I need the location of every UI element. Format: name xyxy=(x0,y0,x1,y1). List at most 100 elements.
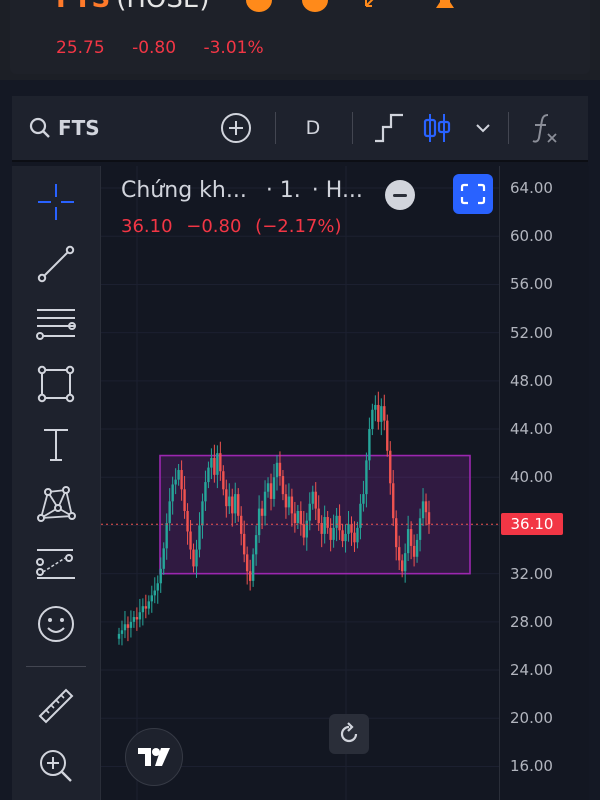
rectangle-tool[interactable] xyxy=(34,362,78,406)
price-tick-label: 20.00 xyxy=(510,709,553,728)
chart-type-dropdown[interactable] xyxy=(472,96,494,160)
candle-body xyxy=(177,470,180,480)
candle-body xyxy=(195,549,198,567)
collapse-legend-button[interactable] xyxy=(385,180,415,210)
crosshair-tool[interactable] xyxy=(34,180,78,224)
candle-body xyxy=(365,460,368,495)
price-axis[interactable]: 64.00 60.00 56.00 52.00 48.00 44.00 40.00 32.00… xyxy=(499,166,589,800)
candle-body xyxy=(228,496,231,507)
tradingview-logo-icon xyxy=(138,748,170,766)
chart-widget: FTS D Chứng kh... · 1. · H... 36.10 −0.8… xyxy=(12,96,589,800)
candle-body xyxy=(421,501,425,519)
candle-body xyxy=(362,494,365,504)
candle-body xyxy=(374,404,377,410)
bar-replay-button[interactable] xyxy=(372,96,406,160)
candle-body xyxy=(162,548,165,569)
trend-line-tool[interactable] xyxy=(34,242,78,286)
fullscreen-button[interactable] xyxy=(453,174,493,214)
ruler-icon xyxy=(38,688,74,724)
candle-body xyxy=(129,621,133,628)
candle-body xyxy=(257,508,261,536)
legend-exchange: · H... xyxy=(311,178,363,203)
candle-body xyxy=(144,606,148,609)
candle-body xyxy=(275,462,279,478)
pattern-tool[interactable] xyxy=(34,482,78,526)
exchange-label: (HOSE) xyxy=(116,0,209,14)
price-chart[interactable]: Chứng kh... · 1. · H... 36.10 −0.80 (−2.… xyxy=(101,166,499,800)
candle-body xyxy=(189,531,192,550)
legend-change-pct: (−2.17%) xyxy=(255,216,342,237)
candle-body xyxy=(368,429,371,461)
candle-body xyxy=(281,476,285,495)
expand-arrow-icon[interactable] xyxy=(362,0,382,10)
candle-body xyxy=(165,523,168,549)
candle-body xyxy=(353,532,356,543)
price-tick-label: 28.00 xyxy=(510,612,553,631)
candle-body xyxy=(326,517,329,528)
candle-body xyxy=(383,406,386,421)
price-tick-label: 44.00 xyxy=(510,420,553,439)
candle-body xyxy=(210,457,213,468)
price-change: -0.80 xyxy=(132,38,177,58)
function-icon xyxy=(532,114,557,143)
candle-body xyxy=(180,470,183,490)
candle-body xyxy=(406,529,410,554)
toolbar-divider xyxy=(275,112,276,144)
candle-body xyxy=(126,624,130,628)
reset-chart-button[interactable] xyxy=(329,714,369,754)
price-tick-label: 24.00 xyxy=(510,661,553,680)
candle-body xyxy=(296,510,300,524)
bell-icon[interactable] xyxy=(430,0,460,14)
candle-body xyxy=(392,483,395,519)
candle-body xyxy=(389,450,392,484)
legend-close: 36.10 xyxy=(121,216,173,237)
indicators-button[interactable] xyxy=(530,96,560,160)
interval-button[interactable]: D xyxy=(298,96,328,160)
candle-body xyxy=(168,501,171,524)
tradingview-logo[interactable] xyxy=(125,728,183,786)
candle-body xyxy=(260,508,264,516)
icon-tool[interactable] xyxy=(34,602,78,646)
zoom-in-icon xyxy=(40,750,72,782)
toolbar-divider xyxy=(508,112,509,144)
alert-icon[interactable] xyxy=(302,0,328,12)
text-tool[interactable] xyxy=(34,422,78,466)
candle-body xyxy=(245,554,249,572)
candle-body xyxy=(299,510,303,525)
candle-body xyxy=(153,590,156,596)
candle-body xyxy=(356,527,359,543)
chart-canvas[interactable] xyxy=(101,166,499,800)
legend-interval: · 1. xyxy=(265,178,301,203)
chart-toolbar: FTS D xyxy=(12,96,588,162)
candle-body xyxy=(424,501,428,513)
candle-body xyxy=(231,496,234,514)
candle-body xyxy=(397,547,401,561)
chart-type-button[interactable] xyxy=(422,96,452,160)
price-tick-label: 32.00 xyxy=(510,564,553,583)
candle-body xyxy=(335,515,338,528)
current-price-label: 36.10 xyxy=(501,513,563,536)
compare-symbol-button[interactable] xyxy=(218,96,254,160)
candle-body xyxy=(272,477,276,499)
price-tick-label: 64.00 xyxy=(510,179,553,198)
price-summary: 25.75 -0.80 -3.01% xyxy=(56,38,286,58)
measure-tool[interactable] xyxy=(34,684,78,728)
trend-line-icon xyxy=(37,245,75,283)
prediction-tool[interactable] xyxy=(34,542,78,586)
zoom-in-tool[interactable] xyxy=(34,744,78,788)
candle-body xyxy=(186,510,189,532)
legend-symbol-name: Chứng kh... xyxy=(121,178,247,203)
search-icon xyxy=(29,117,50,138)
candle-body xyxy=(242,533,246,555)
candle-body xyxy=(117,633,121,639)
info-icon[interactable] xyxy=(246,0,272,12)
refresh-icon xyxy=(340,722,358,743)
candle-body xyxy=(248,571,252,581)
fib-retracement-tool[interactable] xyxy=(34,302,78,346)
candle-body xyxy=(141,606,145,613)
candle-body xyxy=(138,612,142,620)
stock-header: FTS (HOSE) 25.75 -0.80 -3.01% xyxy=(0,0,600,80)
candle-body xyxy=(159,568,162,584)
legend-title: Chứng kh... · 1. · H... xyxy=(121,178,363,203)
symbol-search-button[interactable]: FTS xyxy=(28,96,100,160)
